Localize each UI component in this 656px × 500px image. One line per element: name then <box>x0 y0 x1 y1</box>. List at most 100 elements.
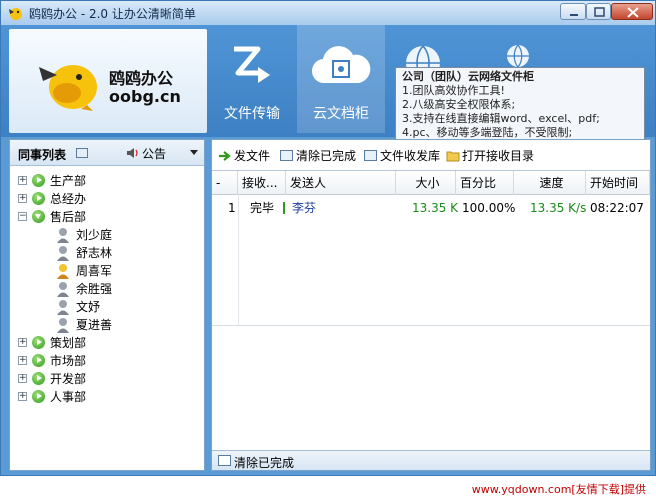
tree-member[interactable]: 余胜强 <box>16 280 202 298</box>
user-offline-icon <box>57 228 69 243</box>
tree-member[interactable]: 周喜军 <box>16 262 202 280</box>
group-label: 市场部 <box>50 354 87 368</box>
tree-member[interactable]: 刘少庭 <box>16 226 202 244</box>
group-label: 总经办 <box>50 192 87 206</box>
col-size[interactable]: 大小 <box>396 171 456 195</box>
table-header: - 接收... 发送人 大小 百分比 速度 开始时间 <box>212 171 650 195</box>
user-offline-icon <box>57 246 69 261</box>
group-closed-icon <box>32 192 45 205</box>
col-index[interactable]: - <box>212 171 238 195</box>
colleague-list-title: 同事列表 <box>18 148 67 162</box>
tree-group-production[interactable]: + 生产部 <box>16 172 202 190</box>
col-receive[interactable]: 接收... <box>238 171 286 195</box>
globe-small-icon <box>507 44 529 68</box>
window-title: 鸥鸥办公 - 2.0 让办公清晰简单 <box>29 7 196 21</box>
tooltip-title: 公司（团队）云网络文件柜 <box>402 70 534 83</box>
group-label: 售后部 <box>50 210 87 224</box>
tree-member[interactable]: 舒志林 <box>16 244 202 262</box>
user-online-icon <box>57 264 69 279</box>
logo-name-cn: 鸥鸥办公 <box>109 69 174 88</box>
watermark-footer: www.yqdown.com[友情下载]提供 <box>0 478 656 500</box>
user-offline-icon <box>57 282 69 297</box>
group-open-icon <box>32 210 45 223</box>
expand-icon[interactable]: + <box>18 176 27 185</box>
logo-name-en: oobg.cn <box>109 87 181 106</box>
close-button[interactable] <box>611 3 653 20</box>
cloud-cabinet-icon <box>311 46 371 84</box>
col-percent[interactable]: 百分比 <box>456 171 514 195</box>
tree-group-after-sales[interactable]: − 售后部 <box>16 208 202 226</box>
row-size: 13.35 K <box>412 201 459 215</box>
tree-group-development[interactable]: + 开发部 <box>16 370 202 388</box>
file-transfer-icon <box>234 46 270 83</box>
cloud-cabinet-tooltip: 公司（团队）云网络文件柜 1.团队高效协作工具! 2.八级高安全权限体系; 3.… <box>395 67 645 141</box>
open-receive-dir-button[interactable]: 打开接收目录 <box>462 147 534 164</box>
group-label: 策划部 <box>50 336 87 350</box>
member-label: 刘少庭 <box>76 228 113 242</box>
tab-file-transfer[interactable]: 文件传输 <box>211 25 293 133</box>
member-label: 文妤 <box>76 300 101 314</box>
minimize-button[interactable] <box>560 3 586 20</box>
row-percent: 100.00% <box>462 201 516 215</box>
tree-group-hr[interactable]: + 人事部 <box>16 388 202 406</box>
app-window: 鸥鸥办公 - 2.0 让办公清晰简单 鸥鸥办公 oobg.cn 文件传输 云文档… <box>0 0 656 476</box>
inbox-icon <box>364 150 377 161</box>
app-bird-icon <box>9 8 22 20</box>
bird-logo-icon <box>39 65 97 111</box>
col-sender[interactable]: 发送人 <box>286 171 396 195</box>
row-sender: 李芬 <box>292 201 317 215</box>
col-start-time[interactable]: 开始时间 <box>586 171 650 195</box>
collapse-icon[interactable]: − <box>18 212 27 221</box>
tree-member[interactable]: 文妤 <box>16 298 202 316</box>
tooltip-line: 3.支持在线直接编辑word、excel、pdf; <box>402 112 600 125</box>
clear-icon <box>280 150 293 161</box>
col-speed[interactable]: 速度 <box>514 171 586 195</box>
expand-icon[interactable]: + <box>18 392 27 401</box>
transfer-table: - 接收... 发送人 大小 百分比 速度 开始时间 1 完毕 李芬 13.35… <box>212 170 650 430</box>
colleague-panel: 同事列表 公告 + 生产部 + 总经办 − 售后部 刘少庭 舒志林 周喜军 余胜… <box>9 139 205 471</box>
file-inbox-button[interactable]: 文件收发库 <box>380 147 440 164</box>
chevron-down-icon[interactable] <box>190 150 198 155</box>
clear-icon <box>218 455 231 466</box>
expand-icon[interactable]: + <box>18 194 27 203</box>
transfer-status-bar: 清除已完成 <box>212 450 650 470</box>
send-file-button[interactable]: 发文件 <box>234 147 270 164</box>
expand-icon[interactable]: + <box>18 338 27 347</box>
group-label: 生产部 <box>50 174 87 188</box>
title-bar[interactable]: 鸥鸥办公 - 2.0 让办公清晰简单 <box>1 1 655 25</box>
clear-completed-bottom-button[interactable]: 清除已完成 <box>234 454 294 471</box>
maximize-button[interactable] <box>586 3 611 20</box>
tab-cloud-cabinet-label: 云文档柜 <box>313 106 369 122</box>
expand-icon[interactable]: + <box>18 356 27 365</box>
clear-completed-button[interactable]: 清除已完成 <box>296 147 356 164</box>
member-label: 余胜强 <box>76 282 113 296</box>
folder-icon <box>446 151 460 162</box>
group-closed-icon <box>32 354 45 367</box>
table-bottom-border <box>212 325 650 326</box>
watermark-text: www.yqdown.com[友情下载]提供 <box>471 483 646 496</box>
department-tree: + 生产部 + 总经办 − 售后部 刘少庭 舒志林 周喜军 余胜强 文妤 夏进善… <box>16 172 202 406</box>
member-label: 舒志林 <box>76 246 113 260</box>
logo-area: 鸥鸥办公 oobg.cn <box>9 29 207 133</box>
tab-cloud-cabinet[interactable]: 云文档柜 <box>297 25 385 133</box>
transfer-toolbar: 发文件 清除已完成 文件收发库 打开接收目录 <box>212 146 650 166</box>
tooltip-line: 4.pc、移动等多端登陆，不受限制; <box>402 126 573 139</box>
tree-group-planning[interactable]: + 策划部 <box>16 334 202 352</box>
member-label: 周喜军 <box>76 264 113 278</box>
expand-icon[interactable]: + <box>18 374 27 383</box>
progress-tick-icon <box>283 202 285 214</box>
group-closed-icon <box>32 390 45 403</box>
tree-group-gm-office[interactable]: + 总经办 <box>16 190 202 208</box>
list-view-icon[interactable] <box>76 148 88 158</box>
group-label: 人事部 <box>50 390 87 404</box>
tree-group-marketing[interactable]: + 市场部 <box>16 352 202 370</box>
user-offline-icon <box>57 318 69 333</box>
table-row[interactable]: 1 完毕 李芬 13.35 K 100.00% 13.35 K/s 08:22:… <box>212 197 650 219</box>
group-closed-icon <box>32 336 45 349</box>
row-speed: 13.35 K/s <box>530 201 587 215</box>
send-arrow-icon <box>219 151 231 161</box>
member-label: 夏进善 <box>76 318 113 332</box>
notice-button[interactable]: 公告 <box>142 145 166 162</box>
tree-member[interactable]: 夏进善 <box>16 316 202 334</box>
group-closed-icon <box>32 174 45 187</box>
